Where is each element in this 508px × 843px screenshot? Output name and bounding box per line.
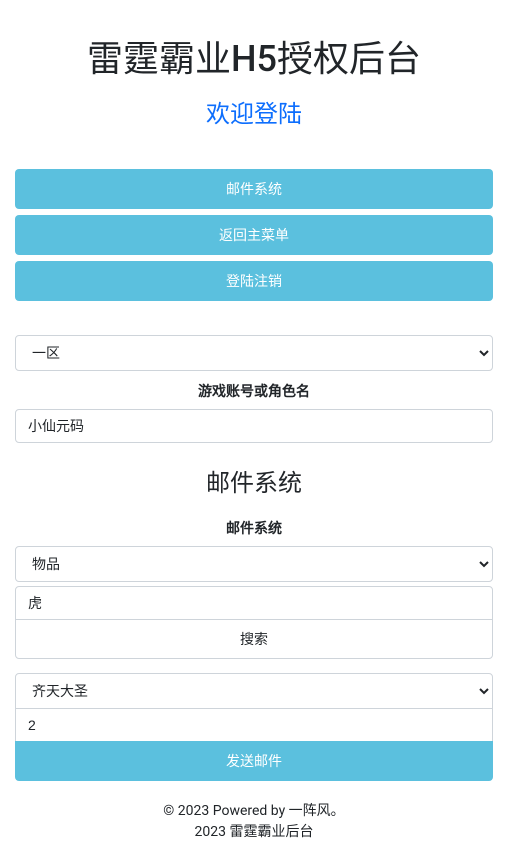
- footer: © 2023 Powered by 一阵风。 2023 雷霆霸业后台: [15, 801, 493, 843]
- account-label: 游戏账号或角色名: [15, 381, 493, 401]
- search-input[interactable]: [15, 586, 493, 620]
- mail-type-select[interactable]: 物品: [15, 546, 493, 582]
- mail-label: 邮件系统: [15, 518, 493, 538]
- search-button[interactable]: 搜索: [15, 619, 493, 659]
- item-select[interactable]: 齐天大圣: [15, 673, 493, 709]
- mail-heading: 邮件系统: [15, 463, 493, 498]
- footer-line1: © 2023 Powered by 一阵风。: [15, 801, 493, 822]
- zone-select[interactable]: 一区: [15, 335, 493, 371]
- quantity-input[interactable]: [15, 708, 493, 742]
- logout-button[interactable]: 登陆注销: [15, 261, 493, 301]
- account-input[interactable]: [15, 409, 493, 443]
- back-main-button[interactable]: 返回主菜单: [15, 215, 493, 255]
- send-mail-button[interactable]: 发送邮件: [15, 741, 493, 781]
- mail-system-button[interactable]: 邮件系统: [15, 169, 493, 209]
- footer-line2: 2023 雷霆霸业后台: [15, 822, 493, 843]
- welcome-subtitle: 欢迎登陆: [15, 94, 493, 129]
- page-title: 雷霆霸业H5授权后台: [15, 30, 493, 82]
